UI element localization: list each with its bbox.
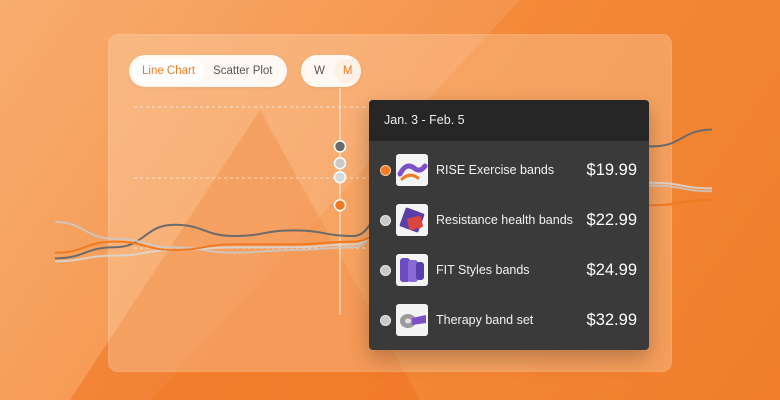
- product-price: $19.99: [586, 160, 637, 179]
- series-dot-gray: [380, 314, 391, 326]
- series-marker[interactable]: [333, 140, 347, 153]
- series-dot-gray: [380, 264, 391, 276]
- tooltip-date-range: Jan. 3 - Feb. 5: [369, 100, 649, 141]
- series-dot-orange: [380, 164, 391, 176]
- product-name: FIT Styles bands: [436, 263, 530, 277]
- product-price: $32.99: [586, 310, 637, 329]
- tooltip-row[interactable]: FIT Styles bands $24.99: [369, 245, 649, 295]
- product-name: RISE Exercise bands: [436, 163, 555, 177]
- tooltip-row[interactable]: Resistance health bands $22.99: [369, 195, 649, 245]
- product-name: Resistance health bands: [436, 213, 573, 227]
- purple-loop-bands-icon: [396, 254, 428, 286]
- tooltip-row[interactable]: RISE Exercise bands $19.99: [369, 145, 649, 195]
- series-dot-gray: [380, 214, 391, 226]
- product-tooltip: Jan. 3 - Feb. 5 RISE Exercise bands $19.…: [369, 100, 649, 350]
- series-marker[interactable]: [333, 170, 347, 184]
- product-price: $22.99: [586, 210, 637, 229]
- product-name: Therapy band set: [436, 313, 534, 327]
- purple-red-bands-icon: [396, 204, 428, 236]
- purple-bands-icon: [396, 154, 428, 186]
- series-marker[interactable]: [333, 198, 347, 212]
- product-price: $24.99: [586, 260, 637, 279]
- series-marker[interactable]: [333, 156, 347, 170]
- tooltip-row[interactable]: Therapy band set $32.99: [369, 295, 649, 345]
- gray-purple-band-roll-icon: [396, 304, 428, 336]
